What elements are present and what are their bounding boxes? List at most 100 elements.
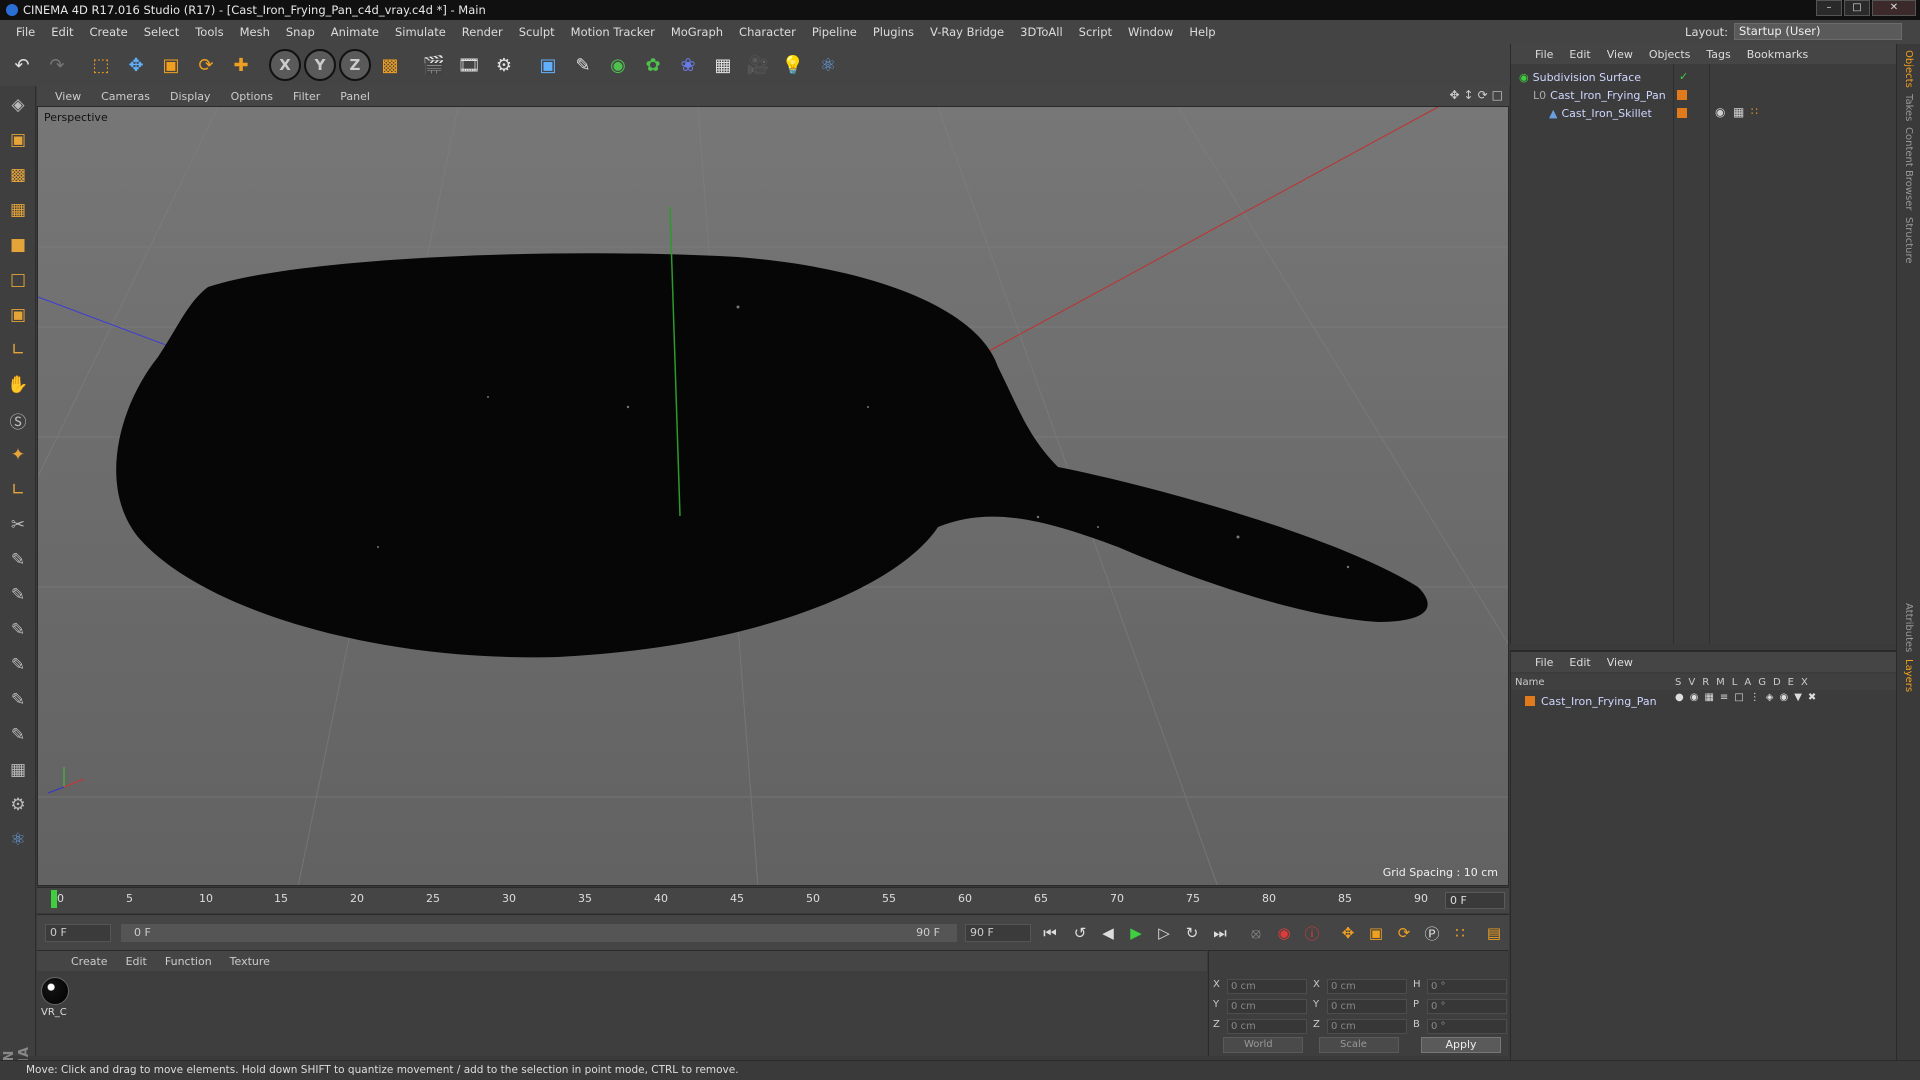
timeline-window-icon[interactable]: ▤ [1481,921,1507,945]
size-y-field[interactable]: 0 cm [1327,999,1407,1014]
menu-vray-bridge[interactable]: V-Ray Bridge [922,25,1012,39]
menu-character[interactable]: Character [731,25,804,39]
frame-range-slider[interactable]: 0 F 90 F [121,924,957,942]
end-frame-field[interactable]: 90 F [965,924,1031,942]
animation-toggle-icon[interactable]: ⋮ [1750,692,1760,703]
minimize-button[interactable]: – [1816,0,1842,16]
render-settings-icon[interactable]: ⚙ [488,48,520,82]
menu-tools[interactable]: Tools [187,25,231,39]
sculpt-tool-icon[interactable]: ✎ [2,719,34,751]
zoom-view-icon[interactable]: ↕ [1464,88,1474,102]
python-icon[interactable]: ⚛ [812,48,844,82]
size-z-field[interactable]: 0 cm [1327,1019,1407,1034]
menu-pipeline[interactable]: Pipeline [804,25,865,39]
paint-tool-icon[interactable]: ✎ [2,684,34,716]
record-disabled-icon[interactable]: ⦻ [1243,921,1269,945]
menu-mesh[interactable]: Mesh [232,25,278,39]
render-view-icon[interactable]: 🎬 [418,48,450,82]
snap-icon[interactable]: ✦ [2,439,34,471]
apply-button[interactable]: Apply [1421,1037,1501,1053]
polygons-mode-icon[interactable]: ▣ [2,299,34,331]
smooth-tool-icon[interactable]: ✎ [2,614,34,646]
viewport-menu-options[interactable]: Options [221,90,283,103]
cloner-icon[interactable]: ✿ [637,48,669,82]
enabled-check-icon[interactable]: ✓ [1679,70,1688,83]
3d-viewport[interactable]: Perspective Grid Spacing : 10 cm [37,106,1509,886]
model-mode-icon[interactable]: ▣ [2,124,34,156]
viewport-camera-label[interactable]: Perspective [44,111,108,124]
position-x-field[interactable]: 0 cm [1227,979,1307,994]
om-menu-objects[interactable]: Objects [1641,48,1699,61]
recent-tool-icon[interactable]: ✚ [225,48,257,82]
coordinate-system-icon[interactable]: ▩ [374,48,406,82]
close-button[interactable]: ✕ [1872,0,1916,16]
lm-menu-edit[interactable]: Edit [1561,656,1598,669]
knife-tool-icon[interactable]: ✂ [2,509,34,541]
live-selection-icon[interactable]: ⬚ [85,48,117,82]
render-toggle-icon[interactable]: ▦ [1704,692,1713,703]
menu-snap[interactable]: Snap [278,25,323,39]
viewport-menu-cameras[interactable]: Cameras [91,90,160,103]
side-tab-takes[interactable]: Takes [1903,94,1914,121]
x-axis-lock-icon[interactable]: X [269,49,301,81]
viewport-menu-view[interactable]: View [45,90,91,103]
texture-tag-icon[interactable]: ▦ [1733,105,1744,119]
vray-tag-icon[interactable]: ∷ [1751,105,1758,118]
deformers-toggle-icon[interactable]: ◉ [1779,692,1788,703]
rotate-view-icon[interactable]: ⟳ [1478,88,1488,102]
expressions-toggle-icon[interactable]: ▼ [1794,692,1802,703]
previous-frame-icon[interactable]: ◀ [1095,921,1121,945]
xref-toggle-icon[interactable]: ✖ [1808,692,1816,703]
layer-row[interactable]: Cast_Iron_Frying_Pan [1525,692,1657,710]
rotation-b-field[interactable]: 0 ° [1427,1019,1507,1034]
workplane-mode-icon[interactable]: ▦ [2,194,34,226]
python-console-icon[interactable]: ⚛ [2,824,34,856]
material-menu-edit[interactable]: Edit [118,955,155,968]
layer-color-tag[interactable] [1677,108,1687,118]
start-frame-field[interactable]: 0 F [45,924,111,942]
cube-primitive-icon[interactable]: ▣ [532,48,564,82]
undo-icon[interactable]: ↶ [6,48,38,82]
toggle-view-icon[interactable]: □ [1492,88,1503,102]
manager-toggle-icon[interactable]: ≡ [1720,692,1728,703]
material-menu-create[interactable]: Create [63,955,116,968]
record-active-icon[interactable]: ◉ [1271,921,1297,945]
edges-mode-icon[interactable]: □ [2,264,34,296]
light-icon[interactable]: 💡 [777,48,809,82]
brush-tool-icon[interactable]: ✎ [2,544,34,576]
camera-icon[interactable]: 🎥 [742,48,774,82]
redo-icon[interactable]: ↷ [41,48,73,82]
menu-script[interactable]: Script [1071,25,1120,39]
menu-3dtoall[interactable]: 3DToAll [1012,25,1071,39]
object-row-subdivision-surface[interactable]: ◉ Subdivision Surface [1519,68,1641,86]
position-z-field[interactable]: 0 cm [1227,1019,1307,1034]
go-to-end-icon[interactable]: ⏭ [1207,921,1233,945]
coordinate-system-dropdown[interactable]: World [1223,1037,1303,1053]
iron-tool-icon[interactable]: ✎ [2,649,34,681]
menu-edit[interactable]: Edit [43,25,81,39]
menu-help[interactable]: Help [1181,25,1223,39]
side-tab-structure[interactable]: Structure [1903,217,1914,264]
object-row-cast-iron-frying-pan[interactable]: L0 Cast_Iron_Frying_Pan [1533,86,1666,104]
side-tab-attributes[interactable]: Attributes [1903,603,1914,652]
key-pla-icon[interactable]: ∷ [1447,921,1473,945]
object-row-cast-iron-skillet[interactable]: ▲ Cast_Iron_Skillet [1549,104,1652,122]
viewport-menu-display[interactable]: Display [160,90,221,103]
floor-icon[interactable]: ▦ [707,48,739,82]
pan-view-icon[interactable]: ✥ [1449,88,1459,102]
key-parameter-icon[interactable]: Ⓟ [1419,921,1445,945]
axis-mode-icon[interactable]: ∟ [2,334,34,366]
material-menu-texture[interactable]: Texture [222,955,278,968]
menu-simulate[interactable]: Simulate [387,25,454,39]
layout-dropdown[interactable]: Startup (User) [1734,23,1902,40]
lm-menu-view[interactable]: View [1599,656,1641,669]
deformer-icon[interactable]: ❀ [672,48,704,82]
material-tag-icon[interactable]: ◉ [1715,105,1725,119]
texture-grid-icon[interactable]: ▦ [2,754,34,786]
lm-menu-file[interactable]: File [1527,656,1561,669]
texture-mode-icon[interactable]: ▩ [2,159,34,191]
z-axis-lock-icon[interactable]: Z [339,49,371,81]
rotation-p-field[interactable]: 0 ° [1427,999,1507,1014]
magnet-tool-icon[interactable]: ✎ [2,579,34,611]
y-axis-lock-icon[interactable]: Y [304,49,336,81]
